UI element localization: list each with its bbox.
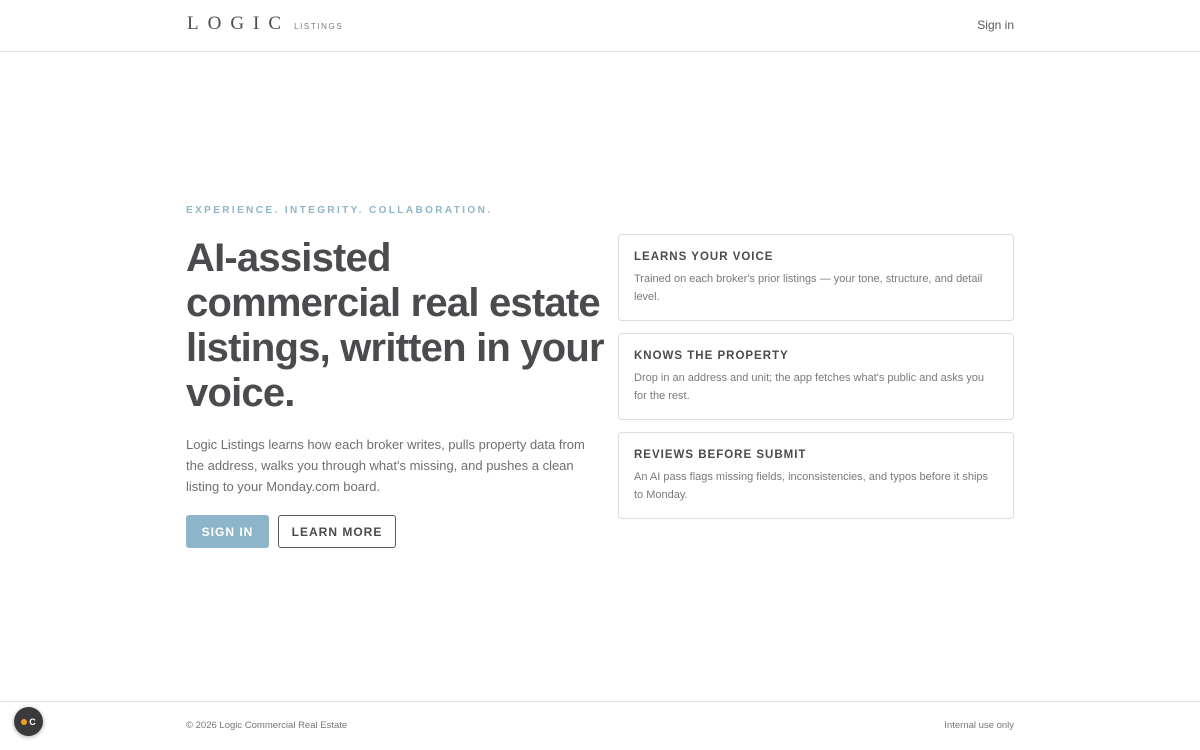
logo-subtitle: LISTINGS xyxy=(294,22,344,31)
feature-card-voice: LEARNS YOUR VOICE Trained on each broker… xyxy=(618,234,1014,321)
feature-card-body: Trained on each broker's prior listings … xyxy=(634,273,983,303)
floating-widget-button[interactable]: C xyxy=(14,707,43,736)
feature-card-body: An AI pass flags missing fields, inconsi… xyxy=(634,471,989,501)
page: LOGIC LISTINGS Sign in EXPERIENCE. INTEG… xyxy=(0,0,1200,750)
feature-card-title: REVIEWS BEFORE SUBMIT xyxy=(634,449,807,461)
feature-card-review: REVIEWS BEFORE SUBMIT An AI pass flags m… xyxy=(618,432,1014,519)
feature-card-body: Drop in an address and unit; the app fet… xyxy=(634,372,985,402)
status-dot-icon xyxy=(21,718,28,725)
footer-internal-note: Internal use only xyxy=(944,720,1014,731)
logo-wordmark: LOGIC xyxy=(187,13,291,34)
logo[interactable]: LOGIC LISTINGS xyxy=(187,13,343,35)
learn-more-button[interactable]: LEARN MORE xyxy=(278,515,396,548)
hero-description: Logic Listings learns how each broker wr… xyxy=(186,437,585,494)
feature-card-title: LEARNS YOUR VOICE xyxy=(634,251,774,263)
sign-in-button[interactable]: SIGN IN xyxy=(186,515,269,548)
footer-copyright: © 2026 Logic Commercial Real Estate xyxy=(186,720,348,731)
hero-eyebrow: EXPERIENCE. INTEGRITY. COLLABORATION. xyxy=(186,205,493,216)
page-footer: © 2026 Logic Commercial Real Estate Inte… xyxy=(0,701,1200,750)
feature-card-property: KNOWS THE PROPERTY Drop in an address an… xyxy=(618,333,1014,420)
top-header: LOGIC LISTINGS Sign in xyxy=(0,0,1200,52)
feature-card-title: KNOWS THE PROPERTY xyxy=(634,350,789,362)
header-sign-in-link[interactable]: Sign in xyxy=(977,18,1014,32)
widget-letter: C xyxy=(29,716,36,727)
hero-headline: AI-assisted commercial real estate listi… xyxy=(186,236,605,415)
